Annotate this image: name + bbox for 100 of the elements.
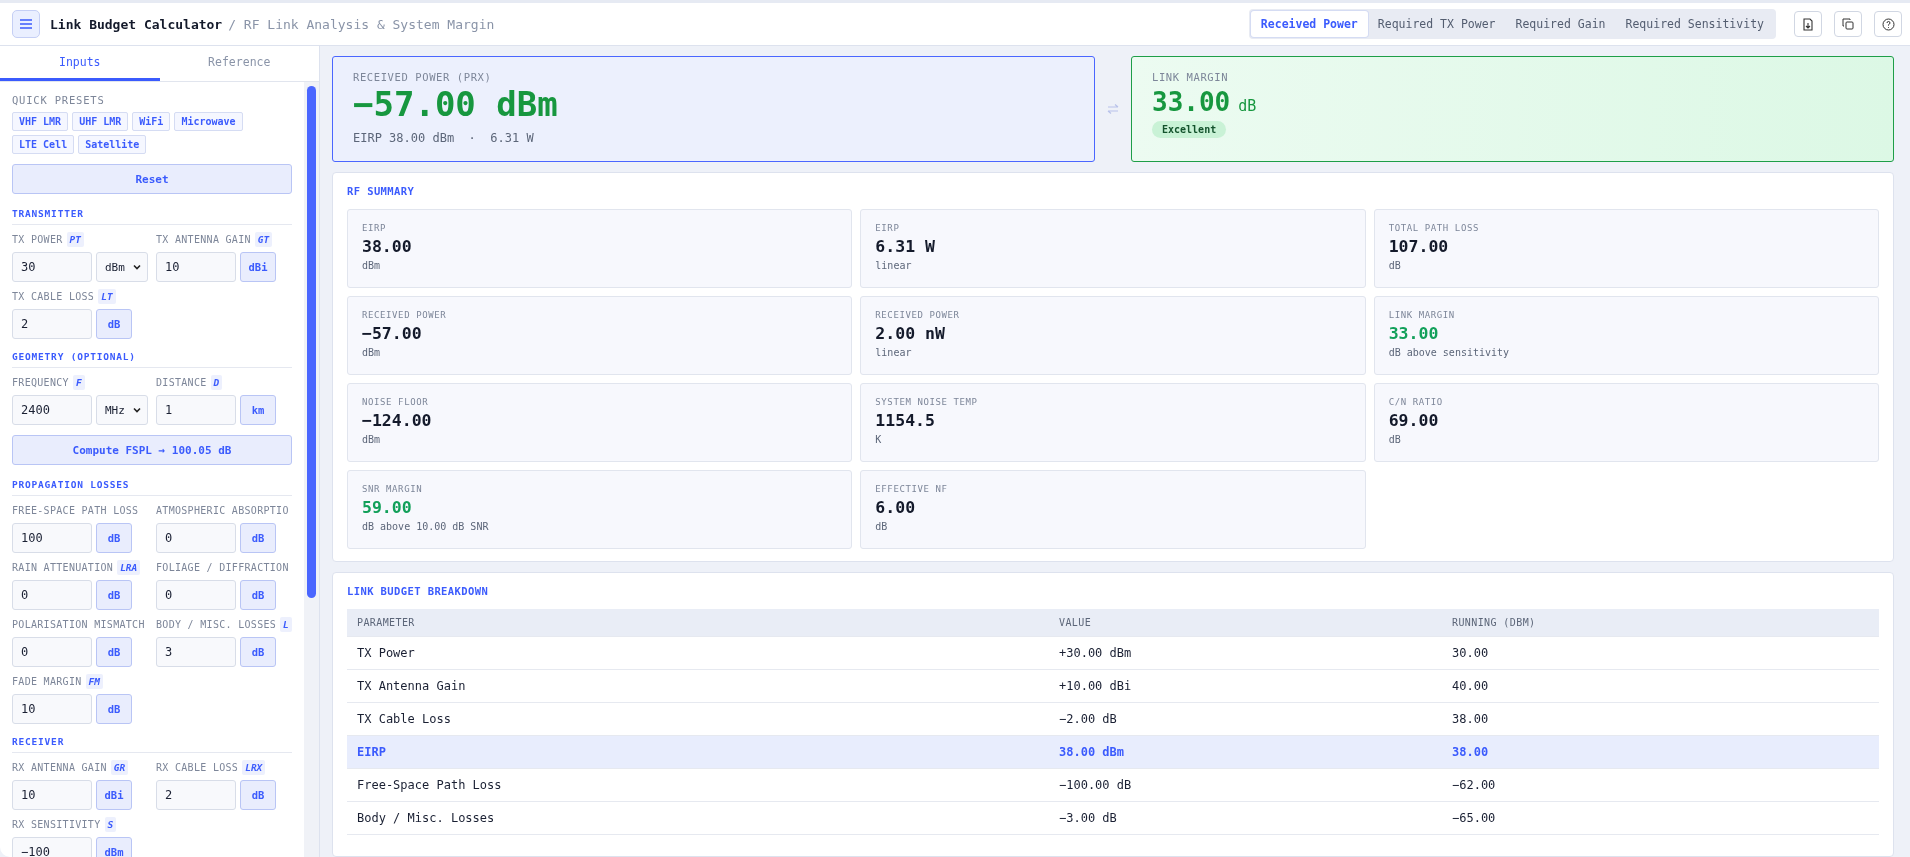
table-cell-text: −65.00 [1452, 811, 1497, 825]
unit-label: dB [240, 637, 276, 667]
preset-button[interactable]: Satellite [78, 135, 147, 154]
metric-label: SNR MARGIN [362, 484, 424, 494]
number-input[interactable]: 10 [12, 780, 92, 810]
unit-label: km [240, 395, 276, 425]
menu-button[interactable] [12, 10, 40, 38]
number-input[interactable]: 10 [156, 252, 236, 282]
metric-value: 33.00 [1388, 324, 1440, 343]
unit-label: dB [96, 309, 132, 339]
table-cell-text: TX Antenna Gain [357, 679, 467, 693]
table-cell-text: EIRP [357, 745, 387, 759]
metric-label: EIRP [362, 223, 388, 233]
number-input[interactable]: 2 [156, 780, 236, 810]
field-label: FREE-SPACE PATH LOSS [12, 505, 139, 516]
card-label: RECEIVED POWER (PRX) [353, 71, 493, 83]
field-label: FREQUENCY [12, 377, 69, 388]
chevron-down-icon [132, 405, 142, 415]
unit-text: dB [1238, 97, 1257, 115]
mode-tab[interactable]: Received Power [1250, 11, 1368, 37]
mode-tab[interactable]: Required TX Power [1367, 11, 1506, 37]
swap-icon [1107, 104, 1119, 114]
compute-button[interactable]: Compute FSPL → 100.05 dB [12, 435, 292, 465]
symbol-tag: D [210, 375, 223, 390]
metric-value: 6.31 W [875, 237, 936, 256]
copy-button[interactable] [1834, 11, 1862, 37]
preset-button[interactable]: LTE Cell [12, 135, 75, 154]
table-cell-text: TX Cable Loss [357, 712, 452, 726]
section-heading: PROPAGATION LOSSES [12, 473, 292, 496]
unit-select[interactable]: dBm [96, 252, 148, 282]
field-label: FADE MARGIN [12, 676, 82, 687]
unit-label: dBi [240, 252, 276, 282]
metric-label: TOTAL PATH LOSS [1388, 223, 1480, 233]
number-input[interactable]: 0 [12, 637, 92, 667]
unit-label: dBm [96, 837, 132, 857]
metric-label: C/N RATIO [1388, 397, 1444, 407]
number-input[interactable]: 2400 [12, 395, 92, 425]
metric-label: LINK MARGIN [1388, 310, 1456, 320]
metric-unit: dBm [362, 434, 382, 445]
card-label: LINK MARGIN [1152, 71, 1230, 83]
field-label: BODY / MISC. LOSSES [156, 619, 277, 630]
unit-label: dBi [96, 780, 132, 810]
number-input[interactable]: −100 [12, 837, 92, 857]
number-input[interactable]: 10 [12, 694, 92, 724]
number-input[interactable]: 3 [156, 637, 236, 667]
section-heading: TRANSMITTER [12, 202, 292, 225]
number-input[interactable]: 100 [12, 523, 92, 553]
number-input[interactable]: 0 [12, 580, 92, 610]
table-cell-text: +30.00 dBm [1059, 646, 1133, 660]
preset-button[interactable]: VHF LMR [12, 112, 69, 131]
number-input[interactable]: 30 [12, 252, 92, 282]
symbol-tag: FM [85, 674, 103, 689]
preset-button[interactable]: WiFi [132, 112, 171, 131]
file-download-icon [1802, 17, 1814, 31]
metric-unit: linear [875, 260, 913, 271]
preset-button[interactable]: Microwave [174, 112, 243, 131]
unit-select[interactable]: MHz [96, 395, 148, 425]
app-subtitle: / RF Link Analysis & System Margin [228, 16, 495, 32]
field-label: RX SENSITIVITY [12, 819, 101, 830]
unit-label: dB [240, 780, 276, 810]
mode-tab[interactable]: Required Sensitivity [1615, 11, 1774, 37]
table-cell-text: 30.00 [1452, 646, 1490, 660]
number-input[interactable]: 2 [12, 309, 92, 339]
field-label: RX CABLE LOSS [156, 762, 239, 773]
field-label: TX ANTENNA GAIN [156, 234, 251, 245]
number-input[interactable]: 0 [156, 580, 236, 610]
symbol-tag: LRA [117, 560, 141, 575]
field-label: RX ANTENNA GAIN [12, 762, 107, 773]
unit-label: dB [96, 580, 132, 610]
field-label: FOLIAGE / DIFFRACTION [156, 562, 289, 573]
metric-value: 38.00 [362, 237, 413, 256]
preset-button[interactable]: UHF LMR [72, 112, 129, 131]
field-label: RAIN ATTENUATION [12, 562, 114, 573]
chevron-down-icon [132, 262, 142, 272]
unit-label: dB [96, 694, 132, 724]
section-heading: RECEIVER [12, 730, 292, 753]
received-power-value: −57.00 dBm [353, 87, 559, 123]
metric-unit: dB [875, 521, 889, 532]
field-label: POLARISATION MISMATCH [12, 619, 145, 630]
metric-value: −57.00 [362, 324, 423, 343]
metric-value: 69.00 [1388, 411, 1440, 430]
metric-value: −124.00 [362, 411, 433, 430]
help-button[interactable] [1874, 11, 1902, 37]
table-cell-text: −2.00 dB [1059, 712, 1118, 726]
number-input[interactable]: 1 [156, 395, 236, 425]
export-button[interactable] [1794, 11, 1822, 37]
table-cell-text: 38.00 [1452, 712, 1490, 726]
number-input[interactable]: 0 [156, 523, 236, 553]
metric-unit: linear [875, 347, 913, 358]
panel-title: RF SUMMARY [347, 185, 416, 197]
table-cell-text: +10.00 dBi [1059, 679, 1133, 693]
metric-unit: dB above sensitivity [1388, 347, 1511, 358]
reset-button[interactable]: Reset [12, 164, 292, 194]
scrollbar-thumb[interactable] [307, 86, 316, 598]
field-label: TX POWER [12, 234, 63, 245]
metric-label: NOISE FLOOR [362, 397, 430, 407]
mode-tab[interactable]: Required Gain [1505, 11, 1616, 37]
table-cell-text: 38.00 dBm [1059, 745, 1126, 759]
metric-label: SYSTEM NOISE TEMP [875, 397, 979, 407]
metric-value: 107.00 [1388, 237, 1450, 256]
